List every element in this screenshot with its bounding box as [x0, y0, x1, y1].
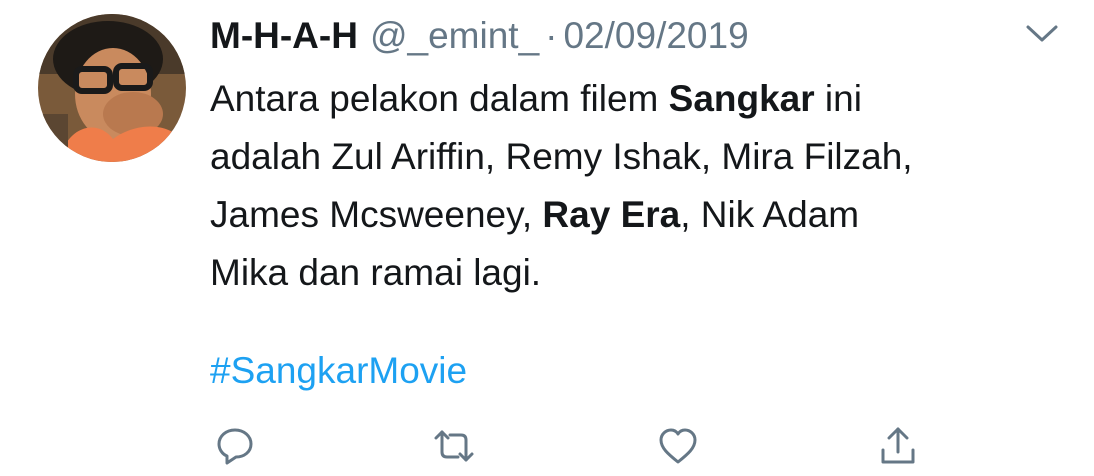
avatar[interactable]: [38, 14, 186, 162]
like-button[interactable]: [656, 424, 700, 468]
share-icon: [881, 427, 915, 464]
reply-button[interactable]: [213, 424, 257, 468]
heart-icon: [659, 428, 697, 464]
chevron-down-icon: [1026, 25, 1058, 42]
tweet-header: M-H-A-H @_emint_ · 02/09/2019: [210, 12, 749, 60]
bold-keyword: Sangkar: [668, 78, 815, 119]
timestamp[interactable]: 02/09/2019: [563, 15, 748, 57]
tweet-text-line: James Mcsweeney, Ray Era, Nik Adam: [210, 194, 860, 235]
tweet-text-line: adalah Zul Ariffin, Remy Ishak, Mira Fil…: [210, 136, 913, 177]
bold-keyword: Ray Era: [542, 194, 681, 235]
tweet: M-H-A-H @_emint_ · 02/09/2019 Antara pel…: [0, 0, 1094, 476]
tweet-actions: [0, 420, 1094, 476]
separator-dot: ·: [545, 15, 558, 56]
avatar-image: [38, 14, 186, 162]
reply-icon: [217, 428, 253, 465]
retweet-button[interactable]: [432, 424, 476, 468]
share-button[interactable]: [876, 424, 920, 468]
tweet-text-line: Mika dan ramai lagi.: [210, 252, 542, 293]
tweet-menu-button[interactable]: [1022, 18, 1062, 48]
user-handle[interactable]: @_emint_: [370, 15, 539, 57]
tweet-text: Antara pelakon dalam filem Sangkar ini a…: [210, 70, 1040, 302]
tweet-text-line: Antara pelakon dalam filem Sangkar ini: [210, 78, 862, 119]
hashtag-link[interactable]: #SangkarMovie: [210, 346, 467, 396]
retweet-icon: [434, 430, 474, 462]
display-name[interactable]: M-H-A-H: [210, 15, 358, 57]
